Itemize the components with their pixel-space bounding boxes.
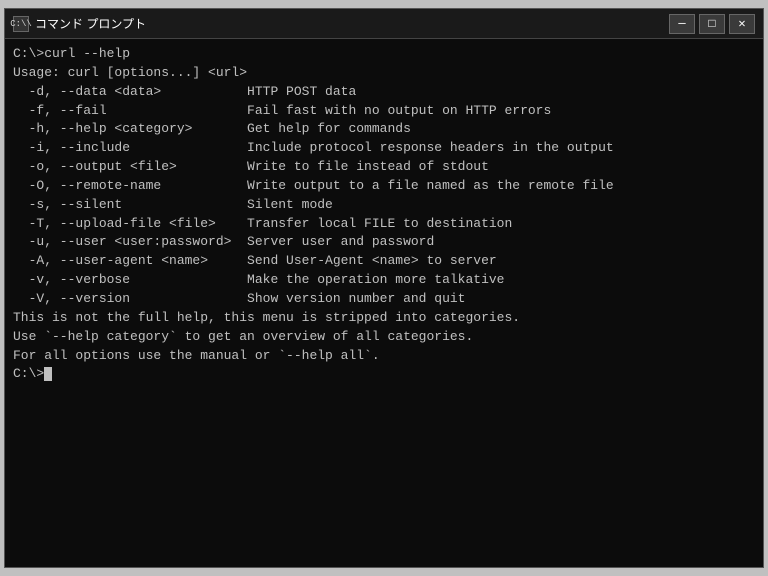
terminal-line: For all options use the manual or `--hel… <box>13 347 755 366</box>
window-title: コマンド プロンプト <box>35 15 669 32</box>
terminal-line: Use `--help category` to get an overview… <box>13 328 755 347</box>
terminal-line: -V, --version Show version number and qu… <box>13 290 755 309</box>
terminal-line: -i, --include Include protocol response … <box>13 139 755 158</box>
terminal-body[interactable]: C:\>curl --helpUsage: curl [options...] … <box>5 39 763 567</box>
terminal-cursor <box>44 367 52 381</box>
terminal-line: -v, --verbose Make the operation more ta… <box>13 271 755 290</box>
terminal-line: -o, --output <file> Write to file instea… <box>13 158 755 177</box>
terminal-window: C:\\ コマンド プロンプト ─ □ ✕ C:\>curl --helpUsa… <box>4 8 764 568</box>
minimize-button[interactable]: ─ <box>669 14 695 34</box>
terminal-line: -A, --user-agent <name> Send User-Agent … <box>13 252 755 271</box>
terminal-line: -u, --user <user:password> Server user a… <box>13 233 755 252</box>
terminal-line: -d, --data <data> HTTP POST data <box>13 83 755 102</box>
terminal-line: C:\> <box>13 365 755 384</box>
maximize-button[interactable]: □ <box>699 14 725 34</box>
terminal-line: -O, --remote-name Write output to a file… <box>13 177 755 196</box>
terminal-line: -T, --upload-file <file> Transfer local … <box>13 215 755 234</box>
terminal-line: This is not the full help, this menu is … <box>13 309 755 328</box>
terminal-line: C:\>curl --help <box>13 45 755 64</box>
terminal-line: Usage: curl [options...] <url> <box>13 64 755 83</box>
terminal-line: -h, --help <category> Get help for comma… <box>13 120 755 139</box>
window-controls: ─ □ ✕ <box>669 14 755 34</box>
terminal-line: -s, --silent Silent mode <box>13 196 755 215</box>
window-icon: C:\\ <box>13 16 29 32</box>
title-bar: C:\\ コマンド プロンプト ─ □ ✕ <box>5 9 763 39</box>
close-button[interactable]: ✕ <box>729 14 755 34</box>
terminal-line: -f, --fail Fail fast with no output on H… <box>13 102 755 121</box>
